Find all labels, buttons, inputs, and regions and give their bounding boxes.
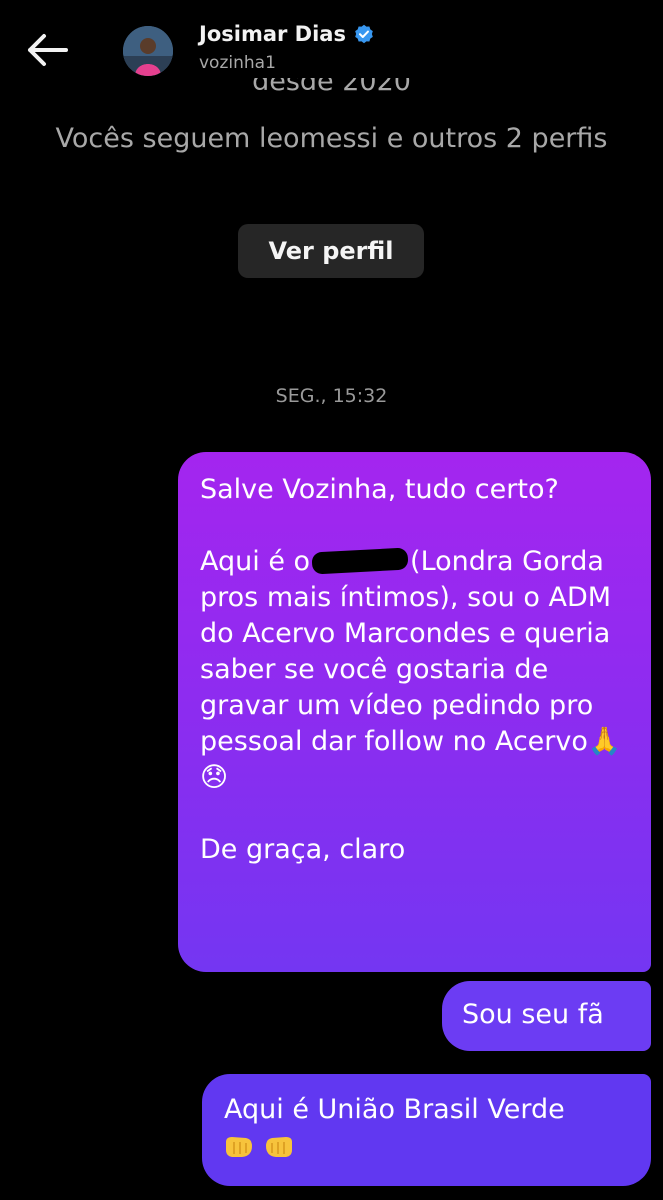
message-paragraph: Aqui é o (Londra Gorda pros mais íntimos)… <box>200 544 631 796</box>
message-paragraph: Salve Vozinha, tudo certo? <box>200 474 559 505</box>
fist-bump-emojis <box>224 1130 631 1166</box>
account-since-label: desde 2020 <box>252 78 411 97</box>
verified-badge-icon <box>355 24 373 44</box>
message-text-rest: (Londra Gorda pros mais íntimos), sou o … <box>200 546 620 757</box>
message-bubble[interactable]: Salve Vozinha, tudo certo? Aqui é o (Lond… <box>178 452 651 972</box>
fist-bump-icon <box>226 1137 252 1157</box>
avatar[interactable] <box>123 26 173 76</box>
message-bubble[interactable]: Sou seu fã <box>442 981 651 1051</box>
message-paragraph: De graça, claro <box>200 834 406 865</box>
mutual-follow-info: Vocês seguem leomessi e outros 2 perfis <box>55 123 608 154</box>
message-text-start: Aqui é o <box>200 546 311 577</box>
arrow-left-icon <box>28 34 68 66</box>
contact-name: Josimar Dias <box>199 22 346 46</box>
fist-bump-icon <box>266 1137 292 1157</box>
contact-name-row[interactable]: Josimar Dias <box>199 22 374 46</box>
message-text: Aqui é União Brasil Verde <box>224 1094 565 1125</box>
message-text: Sou seu fã <box>462 999 604 1030</box>
contact-username: vozinha1 <box>199 53 276 73</box>
message-timestamp: SEG., 15:32 <box>275 385 388 407</box>
view-profile-button[interactable]: Ver perfil <box>238 224 424 278</box>
redaction-scribble <box>311 547 409 575</box>
back-button[interactable] <box>22 28 72 72</box>
account-since-text: desde 2020 <box>0 78 663 106</box>
message-bubble[interactable]: Aqui é União Brasil Verde <box>202 1074 651 1186</box>
